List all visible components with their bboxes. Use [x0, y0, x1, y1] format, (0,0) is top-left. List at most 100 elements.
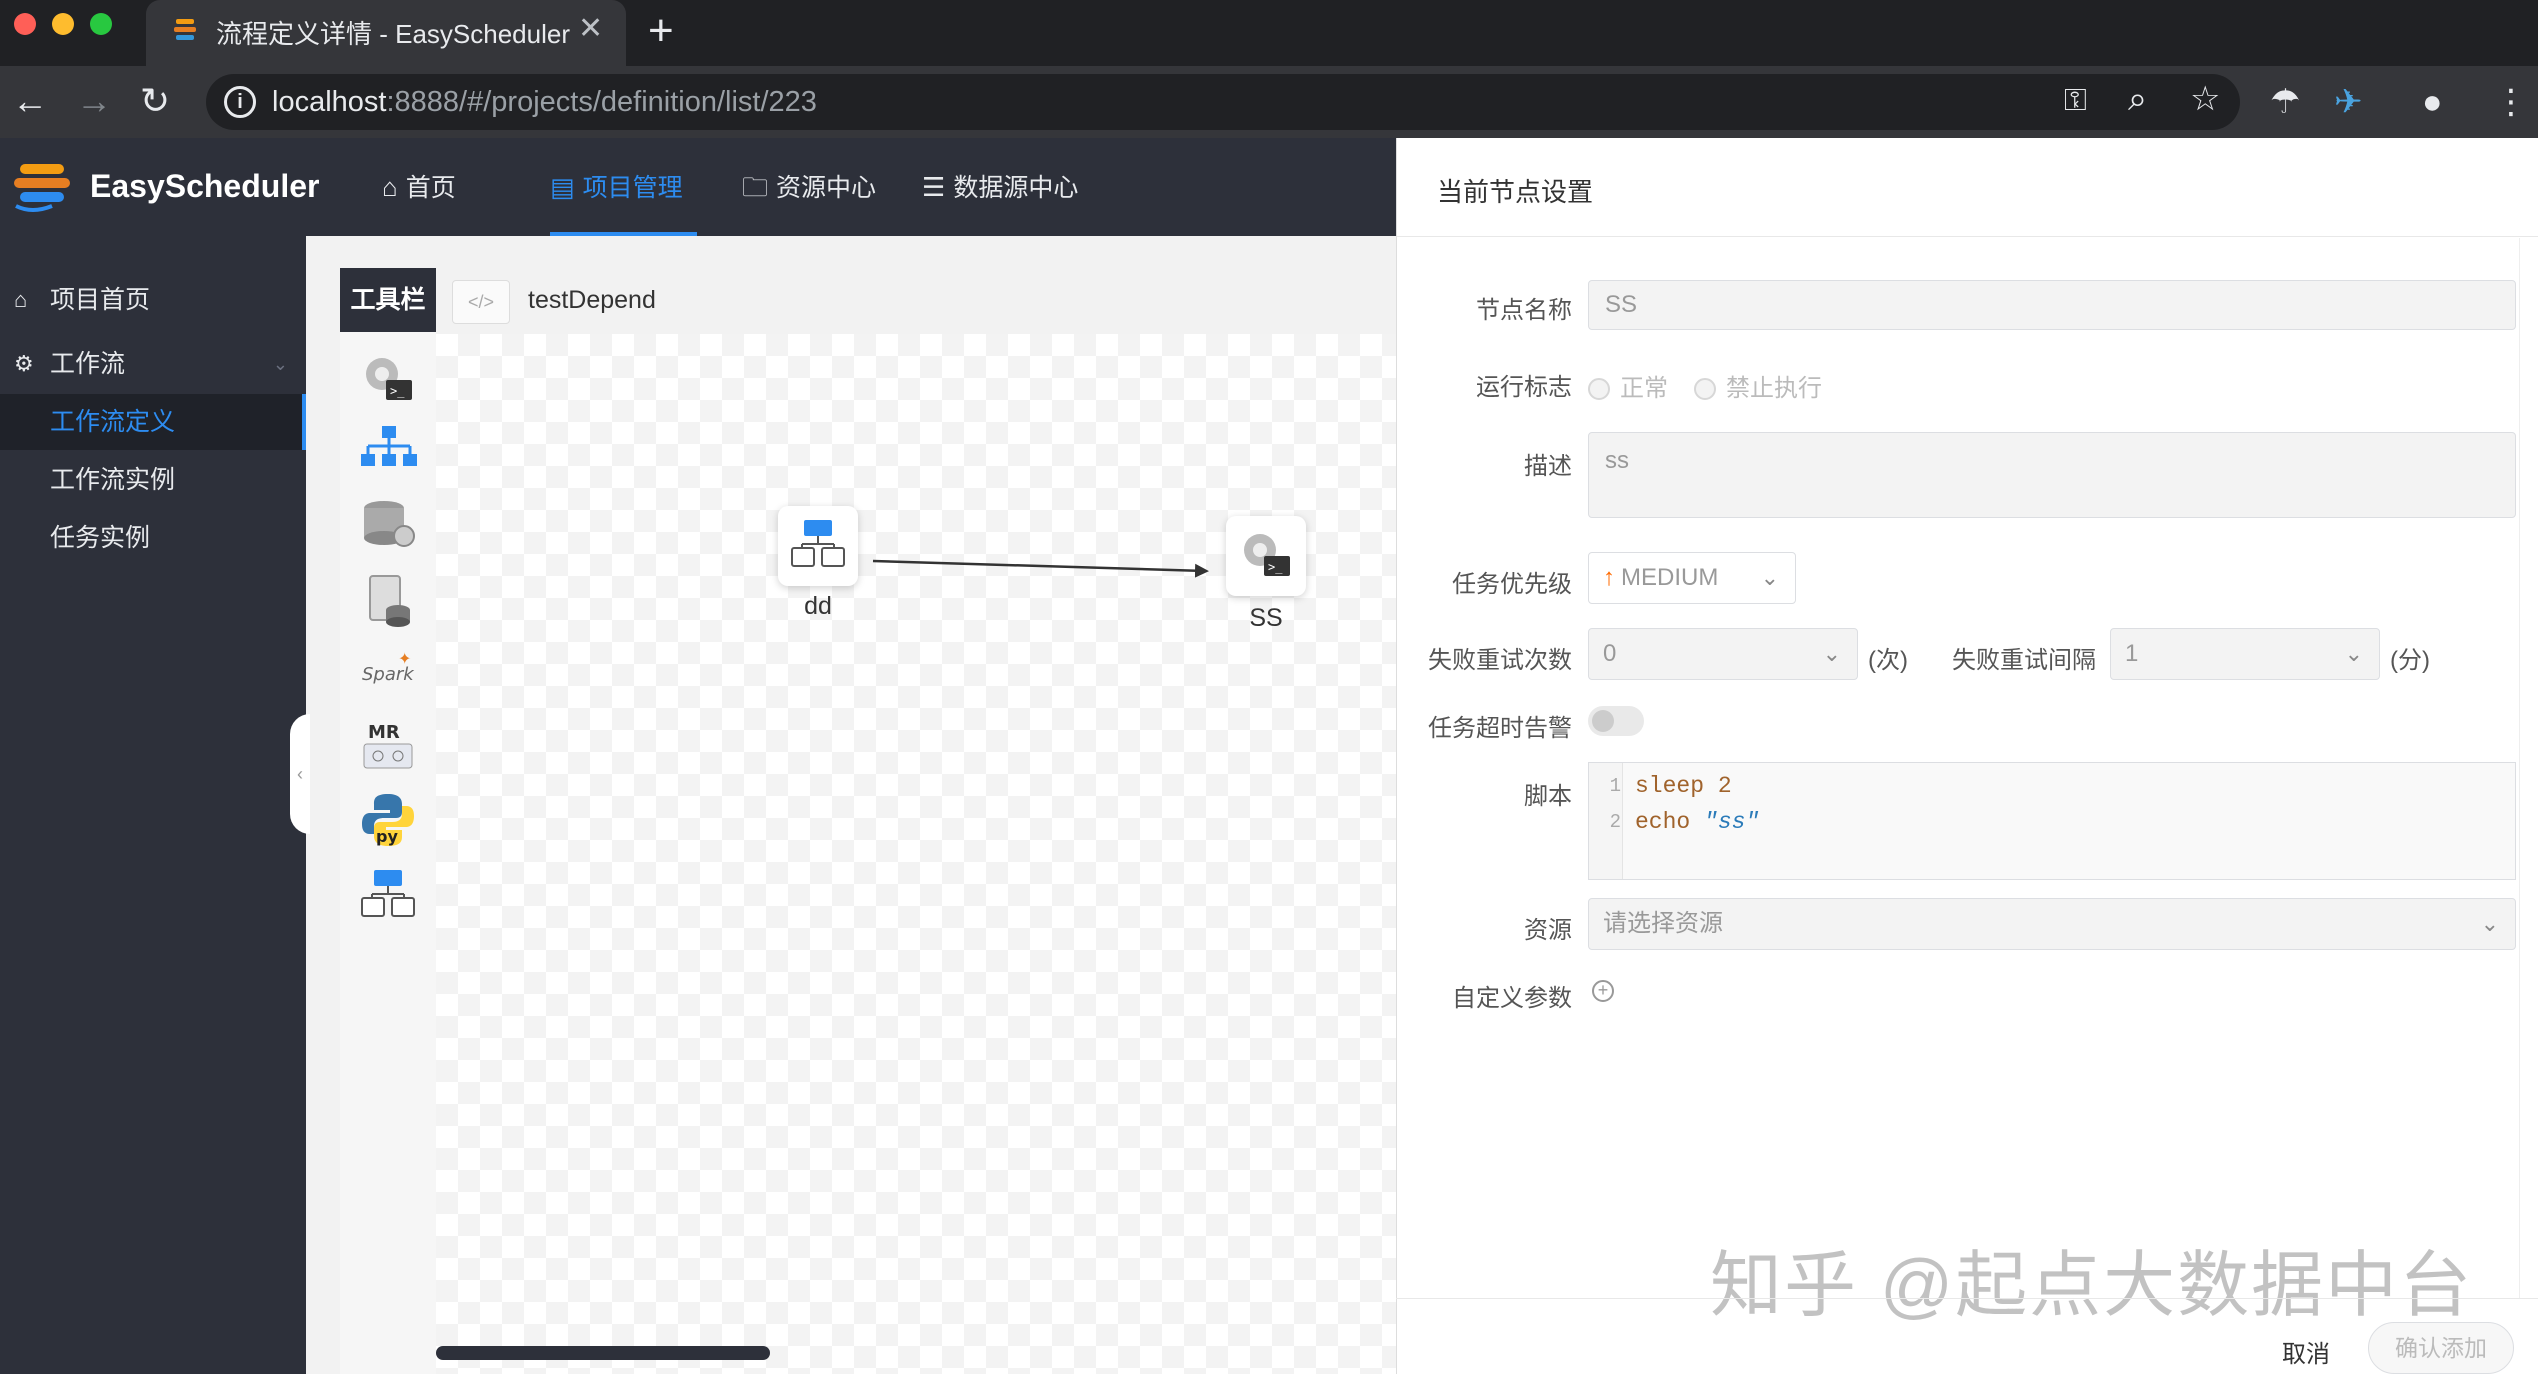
sidebar-collapse-handle[interactable]: ‹: [290, 714, 310, 834]
database-icon: ☰: [922, 172, 946, 202]
browser-titlebar: 流程定义详情 - EasyScheduler ✕ +: [0, 0, 2538, 66]
svg-text:>_: >_: [390, 384, 405, 398]
drawer-title: 当前节点设置: [1437, 177, 1594, 207]
svg-text:MR: MR: [368, 722, 400, 743]
code-line: echo "ss": [1635, 809, 1760, 835]
description-textarea[interactable]: ss: [1588, 432, 2516, 518]
priority-up-arrow-icon: ↑: [1603, 564, 1615, 591]
menu-resource-center[interactable]: 🗀 资源中心: [742, 138, 876, 236]
run-flag-normal-radio[interactable]: 正常: [1588, 368, 1668, 403]
radio-dot: [1588, 378, 1610, 400]
site-info-icon[interactable]: i: [224, 86, 256, 118]
confirm-add-button[interactable]: 确认添加: [2368, 1322, 2514, 1374]
canvas-horizontal-scrollbar[interactable]: [436, 1346, 770, 1360]
add-param-icon[interactable]: +: [1592, 980, 1614, 1002]
task-priority-select[interactable]: ↑ MEDIUM ⌄: [1588, 552, 1796, 604]
run-flag-forbid-radio[interactable]: 禁止执行: [1694, 368, 1822, 403]
svg-text:py: py: [376, 827, 398, 846]
svg-text:✦: ✦: [398, 651, 411, 668]
reload-icon[interactable]: ↻: [140, 80, 170, 122]
timeout-alarm-label: 任务超时告警: [1428, 715, 1572, 742]
chevron-down-icon: ⌄: [2480, 911, 2499, 936]
node-dd[interactable]: [778, 506, 858, 586]
key-icon[interactable]: ⚿: [2064, 82, 2087, 120]
cancel-button[interactable]: 取消: [2282, 1334, 2330, 1369]
back-icon[interactable]: ←: [12, 80, 48, 122]
resource-label: 资源: [1524, 917, 1572, 944]
node-name-label: 节点名称: [1476, 297, 1572, 324]
sql-tool-icon[interactable]: [358, 570, 418, 630]
spark-tool-icon[interactable]: Spark✦: [358, 642, 418, 702]
menu-home[interactable]: ⌂ 首页: [382, 138, 456, 236]
maximize-window-button[interactable]: [90, 13, 112, 35]
address-bar[interactable]: i localhost:8888/#/projects/definition/l…: [206, 74, 2240, 130]
view-code-button[interactable]: </>: [452, 280, 510, 324]
sub-process-tool-icon[interactable]: [358, 422, 418, 482]
timeout-alarm-toggle[interactable]: [1588, 706, 1644, 736]
left-sidebar: ⌂ 项目首页 ⚙ 工作流 ⌄ 工作流定义 工作流实例 任务实例: [0, 236, 306, 1374]
shell-node-icon: >_: [1244, 534, 1290, 576]
node-ss-label: SS: [1249, 604, 1283, 632]
menu-project-management[interactable]: ▤ 项目管理: [550, 138, 697, 236]
retry-interval-select[interactable]: 1 ⌄: [2110, 628, 2380, 680]
custom-params-label: 自定义参数: [1452, 985, 1572, 1012]
home-icon: ⌂: [382, 172, 398, 202]
node-dd-label: dd: [804, 592, 832, 620]
retry-times-select[interactable]: 0 ⌄: [1588, 628, 1858, 680]
retry-times-unit: (次): [1868, 647, 1908, 674]
bookmark-star-icon[interactable]: ☆: [2190, 80, 2220, 118]
retry-interval-label: 失败重试间隔: [1952, 647, 2096, 674]
sidebar-item-workflow-definition[interactable]: 工作流定义: [0, 394, 306, 450]
dependent-tool-icon[interactable]: [358, 866, 418, 926]
description-label: 描述: [1524, 453, 1572, 480]
close-window-button[interactable]: [14, 13, 36, 35]
logo-text: EasyScheduler: [90, 168, 320, 204]
sidebar-item-workflow[interactable]: ⚙ 工作流 ⌄: [0, 336, 306, 392]
task-priority-label: 任务优先级: [1452, 571, 1572, 598]
dag-canvas[interactable]: [436, 334, 1396, 1374]
app-header: EasyScheduler ⌂ 首页 ▤ 项目管理 🗀 资源中心 ☰ 数据源中心: [0, 138, 1396, 236]
retry-interval-unit: (分): [2390, 647, 2430, 674]
project-icon: ▤: [550, 172, 575, 202]
run-flag-label: 运行标志: [1476, 374, 1572, 401]
process-name: testDepend: [528, 286, 656, 314]
chevron-down-icon: ⌄: [272, 354, 288, 374]
script-editor[interactable]: 1 2 sleep 2 echo "ss": [1588, 762, 2516, 880]
mr-tool-icon[interactable]: MR: [358, 716, 418, 776]
node-ss[interactable]: >_: [1226, 516, 1306, 596]
resource-select[interactable]: 请选择资源 ⌄: [1588, 898, 2516, 950]
extension-umbrella-icon[interactable]: ☂: [2270, 83, 2300, 121]
toolbar-label: 工具栏: [340, 268, 436, 332]
forward-icon[interactable]: →: [76, 80, 112, 122]
extension-bird-icon[interactable]: ✈: [2334, 83, 2363, 121]
watermark: 知乎 @起点大数据中台: [1710, 1246, 2474, 1326]
browser-menu-icon[interactable]: ⋮: [2494, 83, 2528, 121]
profile-avatar-icon[interactable]: ●: [2422, 83, 2443, 121]
tab-close-icon[interactable]: ✕: [578, 11, 603, 46]
folder-icon: 🗀: [742, 172, 769, 202]
node-name-input[interactable]: SS: [1588, 280, 2516, 330]
sidebar-item-task-instance[interactable]: 任务实例: [0, 510, 306, 566]
radio-dot: [1694, 378, 1716, 400]
browser-toolbar: ← → ↻ i localhost:8888/#/projects/defini…: [0, 66, 2538, 138]
drawer-scrollbar[interactable]: [2519, 238, 2538, 1298]
python-tool-icon[interactable]: py: [358, 790, 418, 850]
sidebar-item-workflow-instance[interactable]: 工作流实例: [0, 452, 306, 508]
minimize-window-button[interactable]: [52, 13, 74, 35]
script-label: 脚本: [1524, 783, 1572, 810]
svg-text:>_: >_: [1268, 560, 1283, 574]
browser-tab[interactable]: 流程定义详情 - EasyScheduler ✕: [146, 0, 626, 66]
new-tab-button[interactable]: +: [648, 6, 674, 56]
url-text: localhost:8888/#/projects/definition/lis…: [272, 86, 817, 118]
shell-tool-icon[interactable]: >_: [358, 350, 418, 410]
sidebar-item-project-home[interactable]: ⌂ 项目首页: [0, 272, 306, 328]
easyscheduler-logo-icon[interactable]: [12, 160, 80, 214]
menu-datasource-center[interactable]: ☰ 数据源中心: [922, 138, 1078, 236]
chevron-down-icon: ⌄: [1822, 641, 1841, 666]
chevron-down-icon: ⌄: [2344, 641, 2363, 666]
procedure-tool-icon[interactable]: [358, 496, 418, 556]
line-number: 2: [1609, 811, 1621, 833]
code-line: sleep 2: [1635, 773, 1732, 799]
zoom-icon[interactable]: ⌕: [2128, 80, 2147, 118]
divider: [1396, 1298, 2538, 1299]
